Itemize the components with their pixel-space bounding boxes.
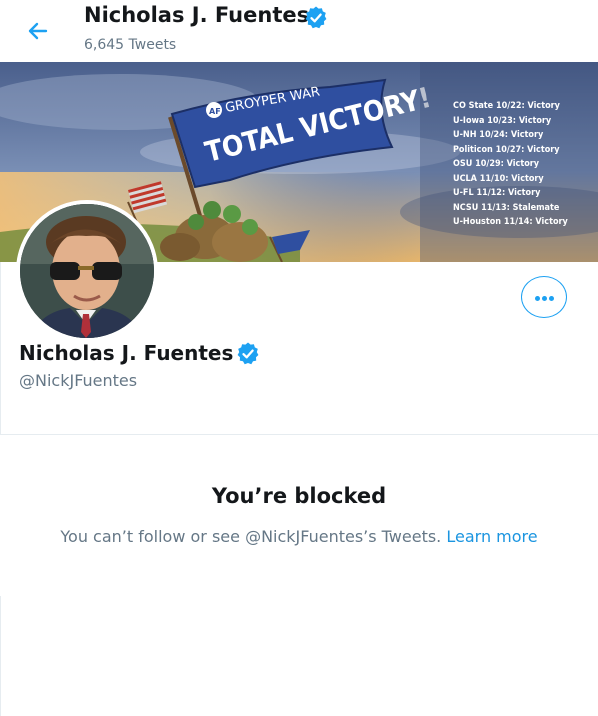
verified-badge-icon	[305, 6, 327, 29]
top-header: Nicholas J. Fuentes 6,645 Tweets	[0, 0, 598, 62]
result-item: CO State 10/22: Victory	[453, 101, 560, 111]
avatar[interactable]	[16, 200, 158, 342]
result-item: U-Iowa 10/23: Victory	[453, 115, 552, 126]
result-item: Politicon 10/27: Victory	[453, 144, 560, 155]
result-item: NCSU 11/13: Stalemate	[453, 202, 560, 213]
profile-handle: @NickJFuentes	[19, 371, 138, 390]
header-name: Nicholas J. Fuentes	[84, 3, 310, 27]
more-dot-icon	[542, 296, 547, 301]
tweet-count: 6,645 Tweets	[84, 37, 177, 53]
results-list: CO State 10/22: Victory U-Iowa 10/23: Vi…	[453, 99, 568, 230]
verified-badge-icon	[237, 342, 259, 365]
flag-logo: AF	[209, 107, 221, 116]
column-border	[0, 596, 1, 716]
back-arrow-icon[interactable]	[22, 16, 52, 46]
avatar-photo	[20, 204, 154, 338]
result-item: U-NH 10/24: Victory	[453, 130, 544, 140]
result-item: U-Houston 11/14: Victory	[453, 217, 568, 227]
learn-more-link[interactable]: Learn more	[446, 527, 537, 546]
more-dot-icon	[535, 296, 540, 301]
blocked-message-text: You can’t follow or see @NickJFuentes’s …	[60, 527, 442, 546]
result-item: OSU 10/29: Victory	[453, 159, 540, 169]
result-item: UCLA 11/10: Victory	[453, 173, 544, 184]
blocked-message: You can’t follow or see @NickJFuentes’s …	[0, 527, 598, 546]
more-options-button[interactable]	[521, 276, 567, 318]
profile-page: Nicholas J. Fuentes 6,645 Tweets AF GROY…	[0, 0, 598, 716]
blocked-title: You’re blocked	[211, 484, 387, 508]
section-divider	[0, 434, 598, 435]
result-item: U-FL 11/12: Victory	[453, 188, 541, 198]
more-dot-icon	[549, 296, 554, 301]
profile-name: Nicholas J. Fuentes	[19, 341, 234, 365]
